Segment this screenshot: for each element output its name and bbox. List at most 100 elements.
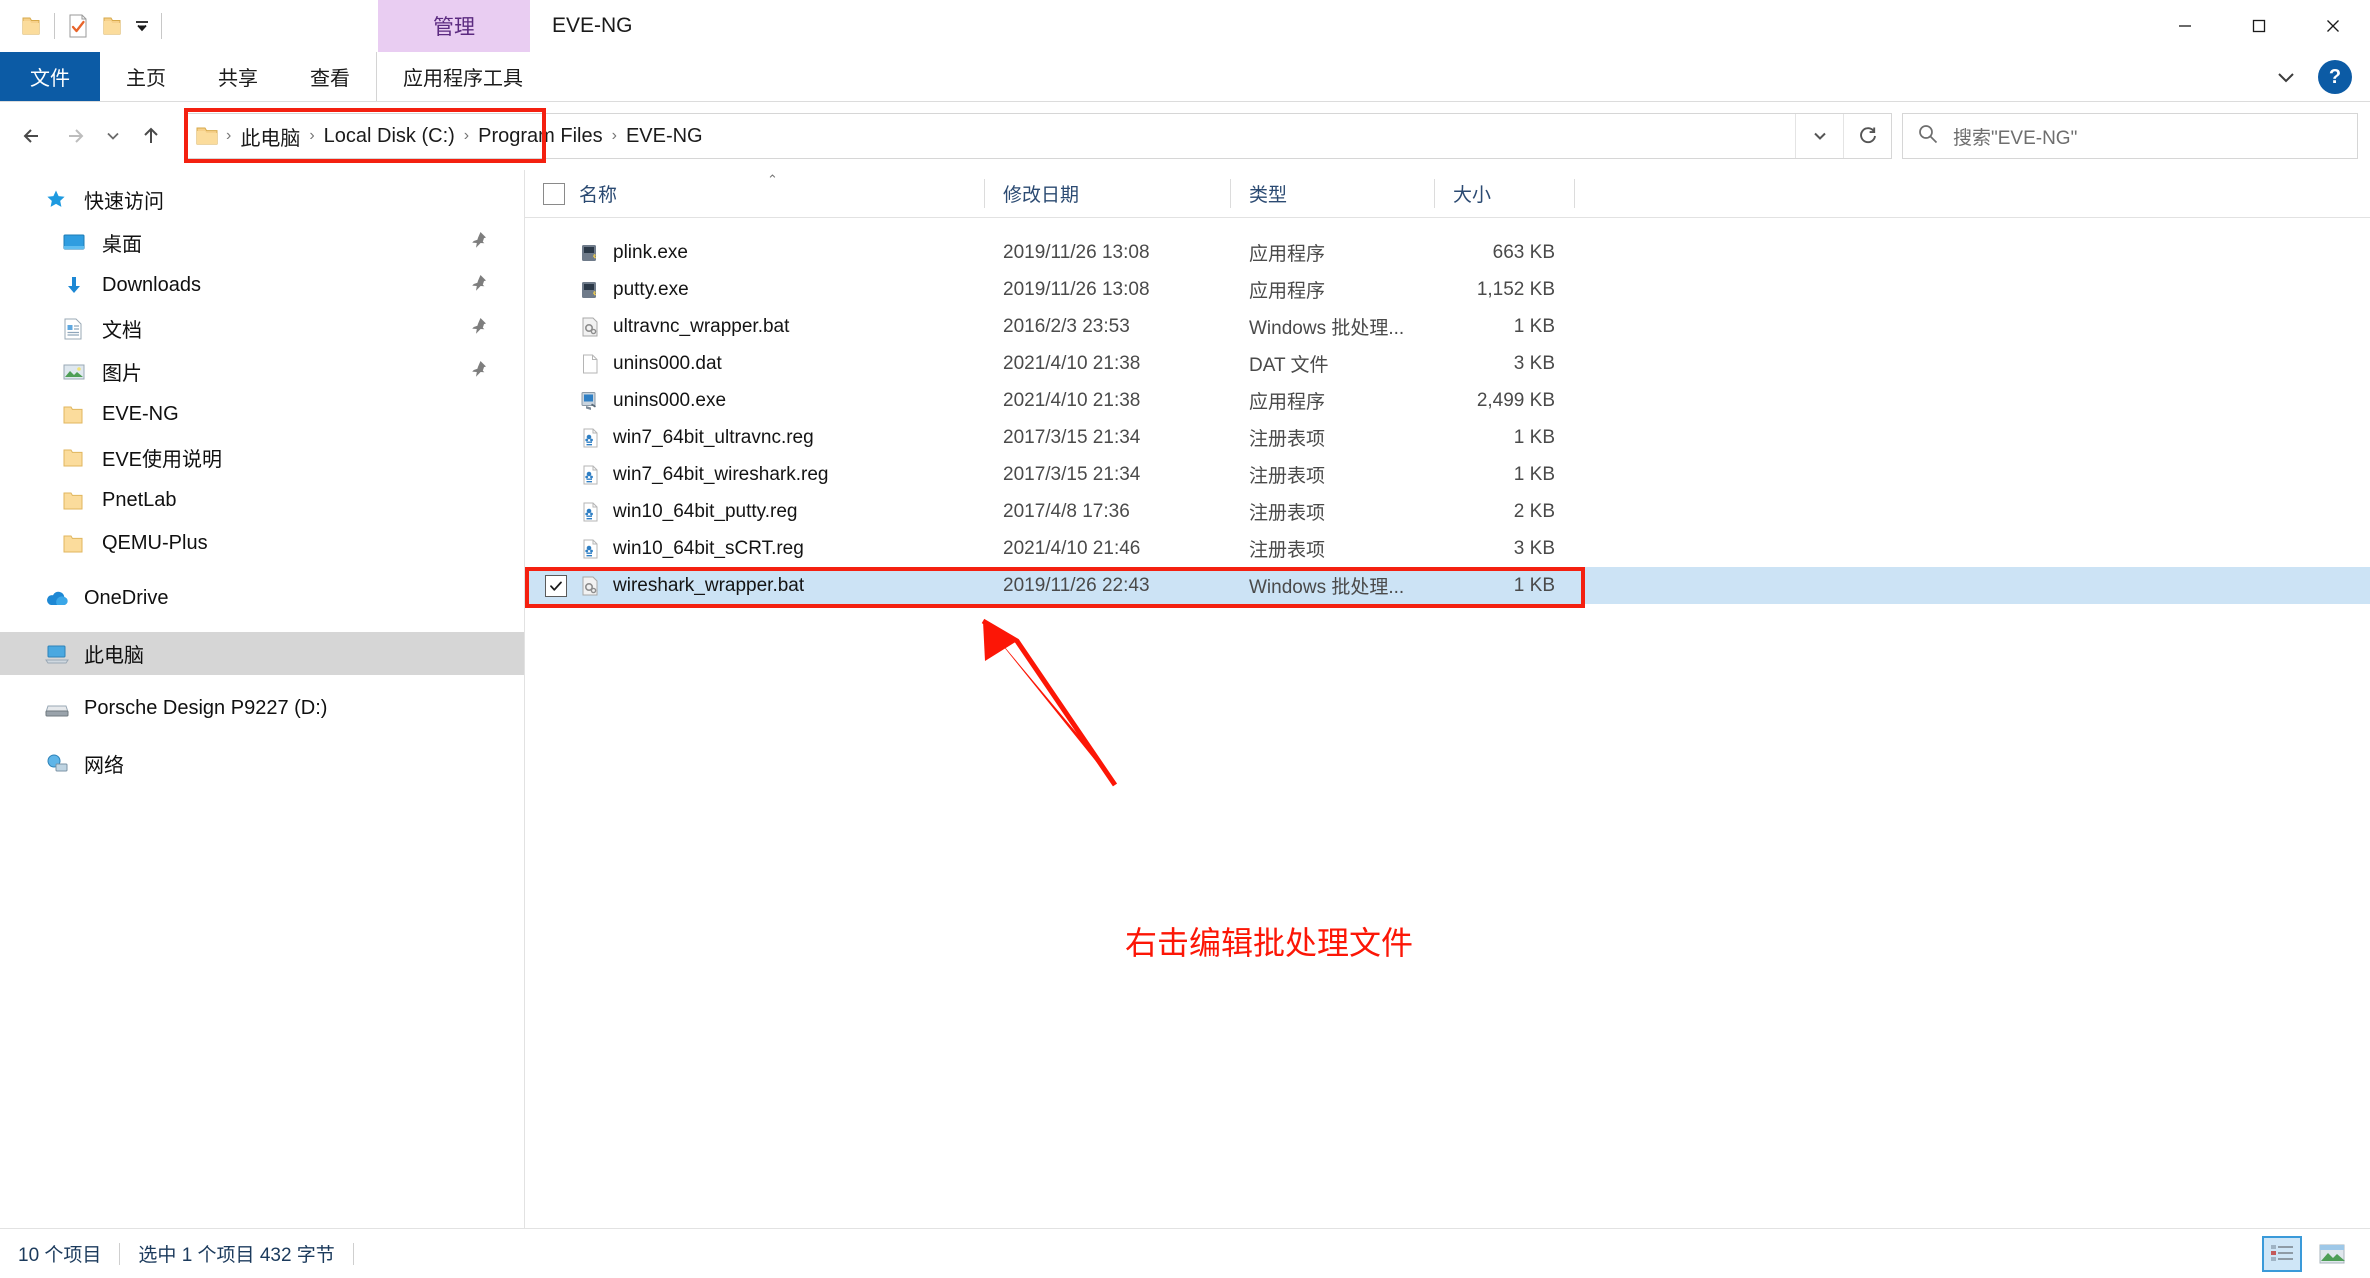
status-divider-2: [352, 1242, 354, 1265]
status-divider: [119, 1242, 121, 1265]
sidebar-item-documents[interactable]: 文档: [0, 307, 524, 350]
ribbon-tab-bar: 文件 主页 共享 查看 应用程序工具 ?: [0, 52, 2370, 102]
tab-file[interactable]: 文件: [0, 52, 100, 101]
table-row[interactable]: win10_64bit_sCRT.reg 2021/4/10 21:46 注册表…: [525, 530, 2370, 567]
refresh-icon[interactable]: [1843, 114, 1891, 158]
breadcrumb-item-eve-ng[interactable]: EVE-NG: [620, 125, 709, 148]
column-header-type[interactable]: 类型: [1231, 170, 1435, 217]
address-bar[interactable]: › 此电脑 › Local Disk (C:) › Program Files …: [186, 113, 1892, 159]
pin-icon[interactable]: [468, 316, 488, 342]
quick-access-toolbar: [0, 0, 168, 52]
properties-checkmark-icon[interactable]: [61, 7, 95, 45]
cell-size: 2 KB: [1513, 500, 1555, 522]
cell-size: 3 KB: [1513, 352, 1555, 374]
reg-icon: [577, 536, 603, 562]
large-icons-view-icon[interactable]: [2312, 1236, 2352, 1272]
qat-divider: [54, 13, 55, 39]
breadcrumb-item-local-disk[interactable]: Local Disk (C:): [318, 125, 461, 148]
address-folder-icon: [195, 125, 219, 147]
up-button[interactable]: [130, 115, 172, 157]
selection-info-label: 选中 1 个项目 432 字节: [138, 1245, 335, 1266]
row-checkbox[interactable]: [545, 574, 567, 597]
back-button[interactable]: [12, 115, 54, 157]
sidebar-item-onedrive[interactable]: OneDrive: [0, 577, 524, 620]
tab-application-tools[interactable]: 应用程序工具: [376, 52, 549, 101]
sidebar-item-quick-access[interactable]: 快速访问: [0, 178, 524, 221]
breadcrumb-item-program-files[interactable]: Program Files: [472, 125, 608, 148]
recent-locations-icon[interactable]: [96, 115, 130, 157]
column-headers: ⌃ 名称 修改日期 类型 大小: [525, 170, 2370, 218]
table-row[interactable]: win7_64bit_wireshark.reg 2017/3/15 21:34…: [525, 456, 2370, 493]
pin-icon[interactable]: [468, 359, 488, 385]
address-dropdown-icon[interactable]: [1795, 114, 1843, 158]
breadcrumb-separator-0: ›: [226, 127, 232, 144]
table-row-selected[interactable]: wireshark_wrapper.bat 2019/11/26 22:43 W…: [525, 567, 2370, 604]
table-row[interactable]: win10_64bit_putty.reg 2017/4/8 17:36 注册表…: [525, 493, 2370, 530]
forward-button[interactable]: [54, 115, 96, 157]
sidebar-item-qemu-plus[interactable]: QEMU-Plus: [0, 522, 524, 565]
file-list-pane: ⌃ 名称 修改日期 类型 大小 plink.exe 2019/11/26 13:…: [525, 170, 2370, 1228]
cell-date: 2021/4/10 21:38: [1003, 352, 1141, 374]
customize-dropdown-icon[interactable]: [129, 7, 155, 45]
star-pin-icon: [44, 188, 74, 212]
sidebar-gap-2: [0, 620, 524, 632]
table-row[interactable]: plink.exe 2019/11/26 13:08 应用程序 663 KB: [525, 234, 2370, 271]
cell-date: 2021/4/10 21:46: [1003, 537, 1141, 559]
cell-size: 1 KB: [1513, 574, 1555, 596]
sidebar-label: QEMU-Plus: [102, 532, 208, 554]
tab-home[interactable]: 主页: [100, 52, 192, 101]
sidebar-item-eve-ng[interactable]: EVE-NG: [0, 393, 524, 436]
column-header-size[interactable]: 大小: [1435, 170, 1575, 217]
table-row[interactable]: putty.exe 2019/11/26 13:08 应用程序 1,152 KB: [525, 271, 2370, 308]
search-box[interactable]: 搜索"EVE-NG": [1902, 113, 2358, 159]
cell-size: 1,152 KB: [1476, 278, 1555, 300]
tab-share[interactable]: 共享: [192, 52, 284, 101]
sidebar-label: OneDrive: [84, 587, 169, 609]
sidebar-item-drive-d[interactable]: Porsche Design P9227 (D:): [0, 687, 524, 730]
column-header-date[interactable]: 修改日期: [985, 170, 1231, 217]
table-row[interactable]: unins000.exe 2021/4/10 21:38 应用程序 2,499 …: [525, 382, 2370, 419]
reg-icon: [577, 425, 603, 451]
column-header-name[interactable]: 名称: [525, 170, 985, 217]
sidebar-label: Downloads: [102, 274, 201, 296]
breadcrumb: › 此电脑 › Local Disk (C:) › Program Files …: [223, 114, 709, 158]
cell-name: win7_64bit_wireshark.reg: [525, 456, 985, 493]
cell-type: DAT 文件: [1249, 355, 1329, 376]
new-folder-icon[interactable]: [95, 7, 129, 45]
breadcrumb-separator-1: ›: [309, 127, 315, 144]
cell-type: 注册表项: [1249, 466, 1326, 487]
details-view-icon[interactable]: [2262, 1236, 2302, 1272]
close-button[interactable]: [2296, 0, 2370, 52]
column-header-label: 修改日期: [1003, 185, 1080, 206]
sidebar-item-pnetlab[interactable]: PnetLab: [0, 479, 524, 522]
folder-icon[interactable]: [14, 7, 48, 45]
maximize-button[interactable]: [2222, 0, 2296, 52]
sidebar-item-desktop[interactable]: 桌面: [0, 221, 524, 264]
sidebar-item-network[interactable]: 网络: [0, 742, 524, 785]
tab-view[interactable]: 查看: [284, 52, 376, 101]
table-row[interactable]: win7_64bit_ultravnc.reg 2017/3/15 21:34 …: [525, 419, 2370, 456]
sidebar-item-this-pc[interactable]: 此电脑: [0, 632, 524, 675]
contextual-tab-manage[interactable]: 管理: [378, 0, 530, 52]
pin-icon[interactable]: [468, 230, 488, 256]
file-name: ultravnc_wrapper.bat: [613, 315, 790, 337]
pin-icon[interactable]: [468, 273, 488, 299]
minimize-button[interactable]: [2148, 0, 2222, 52]
contextual-tab-label: 管理: [433, 16, 475, 39]
column-header-label: 类型: [1249, 185, 1288, 206]
table-row[interactable]: unins000.dat 2021/4/10 21:38 DAT 文件 3 KB: [525, 345, 2370, 382]
cell-type: Windows 批处理...: [1249, 577, 1405, 598]
breadcrumb-item-this-pc[interactable]: 此电脑: [234, 122, 306, 151]
column-divider[interactable]: [1574, 179, 1575, 208]
cell-size: 2,499 KB: [1476, 389, 1555, 411]
table-row[interactable]: ultravnc_wrapper.bat 2016/2/3 23:53 Wind…: [525, 308, 2370, 345]
dat-icon: [577, 351, 603, 377]
chevron-down-icon[interactable]: [2268, 59, 2304, 95]
file-name: win10_64bit_sCRT.reg: [613, 537, 804, 559]
select-all-checkbox[interactable]: [543, 182, 565, 205]
cell-name: plink.exe: [525, 234, 985, 271]
sidebar-item-eve-manual[interactable]: EVE使用说明: [0, 436, 524, 479]
sidebar-item-downloads[interactable]: Downloads: [0, 264, 524, 307]
sidebar-item-pictures[interactable]: 图片: [0, 350, 524, 393]
help-icon[interactable]: ?: [2318, 60, 2352, 94]
